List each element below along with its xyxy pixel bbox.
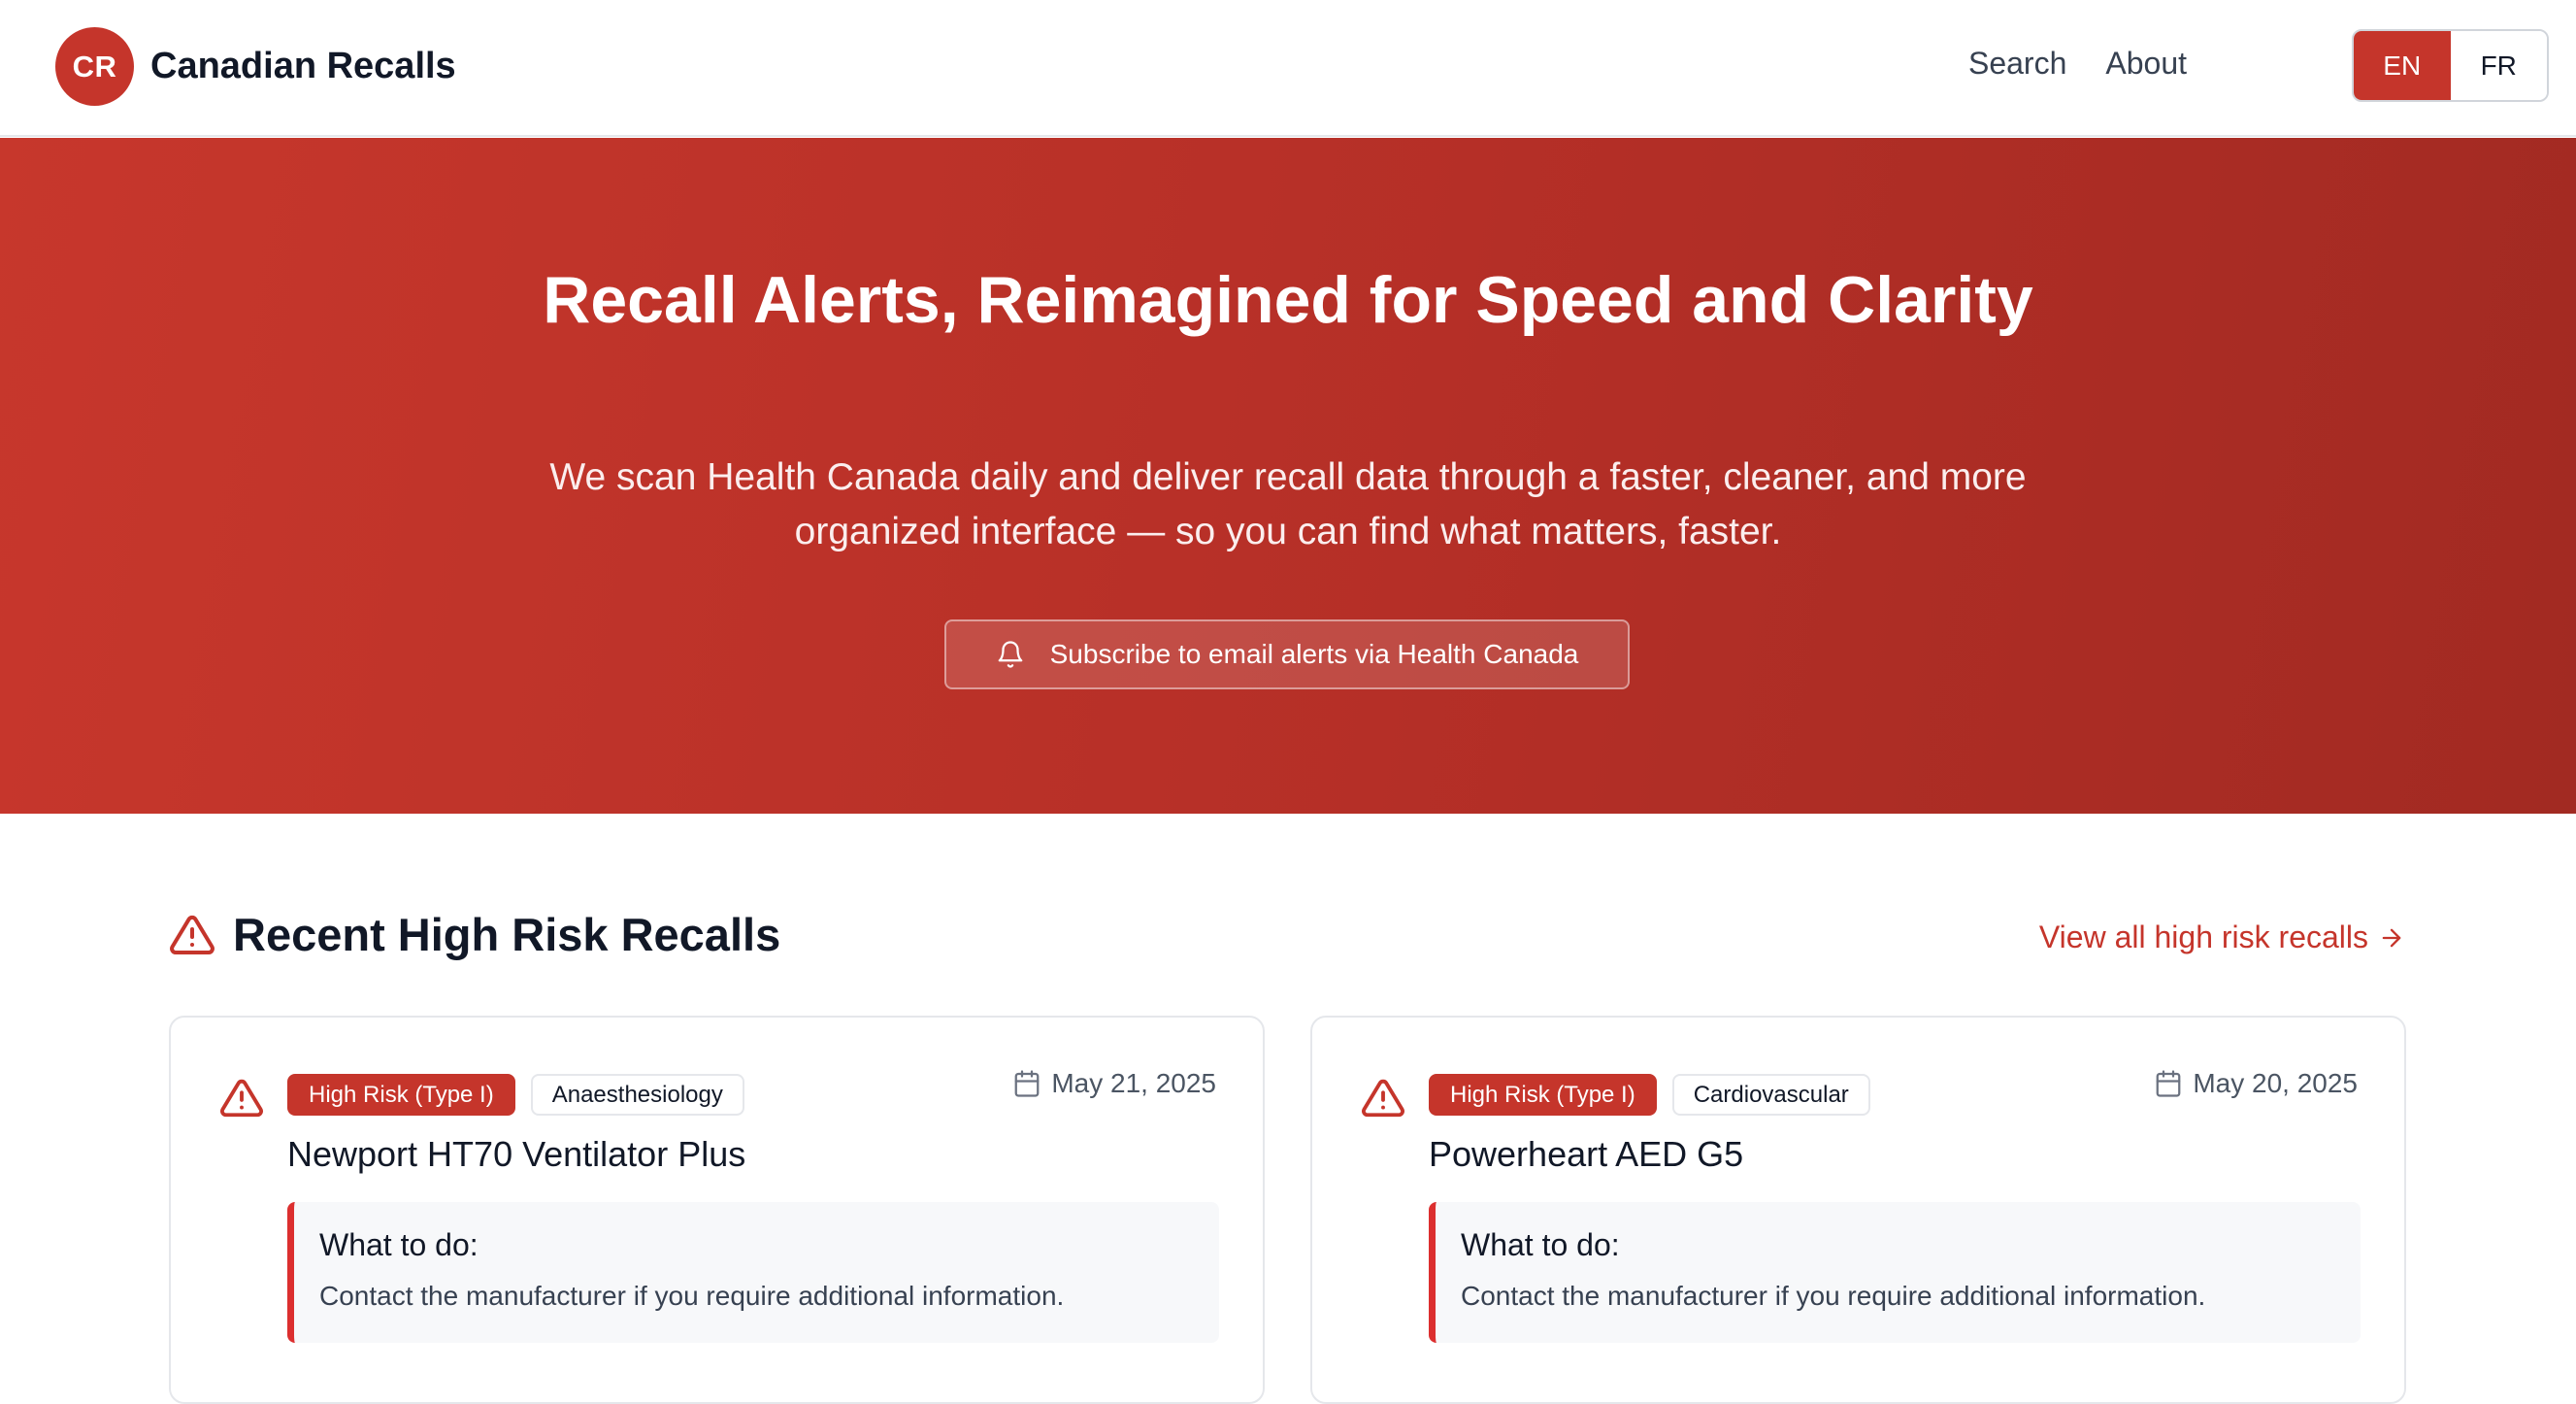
nav-link-search[interactable]: Search bbox=[1968, 46, 2066, 82]
subscribe-label: Subscribe to email alerts via Health Can… bbox=[1049, 639, 1579, 669]
risk-badge: High Risk (Type I) bbox=[287, 1074, 515, 1116]
brand-logo[interactable]: CR Canadian Recalls bbox=[55, 27, 456, 106]
hero-title: Recall Alerts, Reimagined for Speed and … bbox=[543, 263, 2033, 337]
view-all-link[interactable]: View all high risk recalls bbox=[2039, 919, 2405, 955]
section-title-group: Recent High Risk Recalls bbox=[169, 908, 780, 961]
category-badge: Anaesthesiology bbox=[530, 1074, 744, 1116]
subscribe-button[interactable]: Subscribe to email alerts via Health Can… bbox=[944, 619, 1630, 689]
top-header: CR Canadian Recalls Search About EN FR bbox=[0, 0, 2576, 137]
recall-card[interactable]: High Risk (Type I) Anaesthesiology May 2… bbox=[169, 1016, 1265, 1404]
warning-triangle-icon bbox=[1362, 1079, 1404, 1118]
view-all-label: View all high risk recalls bbox=[2038, 919, 2368, 954]
recent-recalls-header: Recent High Risk Recalls View all high r… bbox=[169, 908, 2405, 970]
nav-link-about[interactable]: About bbox=[2105, 46, 2187, 82]
warning-triangle-icon bbox=[170, 915, 215, 954]
lang-fr-button[interactable]: FR bbox=[2450, 31, 2547, 100]
recall-date-text: May 21, 2025 bbox=[1051, 1068, 1216, 1098]
recall-date-text: May 20, 2025 bbox=[2193, 1068, 2358, 1098]
hero-subtitle: We scan Health Canada daily and deliver … bbox=[549, 456, 2027, 552]
what-to-do-heading: What to do: bbox=[319, 1227, 479, 1262]
recall-card[interactable]: High Risk (Type I) Cardiovascular May 20… bbox=[1310, 1016, 2406, 1404]
hero-banner: Recall Alerts, Reimagined for Speed and … bbox=[0, 138, 2576, 814]
brand-name: Canadian Recalls bbox=[150, 46, 456, 86]
brand-badge: CR bbox=[55, 27, 134, 106]
what-to-do-box: What to do: Contact the manufacturer if … bbox=[287, 1202, 1219, 1343]
recall-date: May 21, 2025 bbox=[1012, 1068, 1216, 1099]
risk-badge: High Risk (Type I) bbox=[1429, 1074, 1657, 1116]
main-nav: Search About bbox=[1968, 46, 2187, 82]
lang-en-button[interactable]: EN bbox=[2354, 31, 2451, 100]
what-to-do-text: Contact the manufacturer if you require … bbox=[1461, 1281, 2206, 1311]
recall-date: May 20, 2025 bbox=[2154, 1068, 2358, 1099]
section-title: Recent High Risk Recalls bbox=[233, 909, 781, 960]
category-badge: Cardiovascular bbox=[1671, 1074, 1870, 1116]
language-toggle: EN FR bbox=[2352, 29, 2549, 102]
what-to-do-heading: What to do: bbox=[1461, 1227, 1620, 1262]
what-to-do-box: What to do: Contact the manufacturer if … bbox=[1429, 1202, 2361, 1343]
bell-icon bbox=[998, 641, 1022, 668]
calendar-icon bbox=[2156, 1070, 2181, 1097]
badge-row: High Risk (Type I) Cardiovascular bbox=[1429, 1074, 1870, 1116]
recall-title[interactable]: Newport HT70 Ventilator Plus bbox=[287, 1134, 745, 1175]
what-to-do-text: Contact the manufacturer if you require … bbox=[319, 1281, 1065, 1311]
warning-triangle-icon bbox=[220, 1079, 263, 1118]
calendar-icon bbox=[1014, 1070, 1040, 1097]
arrow-right-icon bbox=[2382, 928, 2401, 947]
recall-title[interactable]: Powerheart AED G5 bbox=[1429, 1134, 1743, 1175]
badge-row: High Risk (Type I) Anaesthesiology bbox=[287, 1074, 744, 1116]
